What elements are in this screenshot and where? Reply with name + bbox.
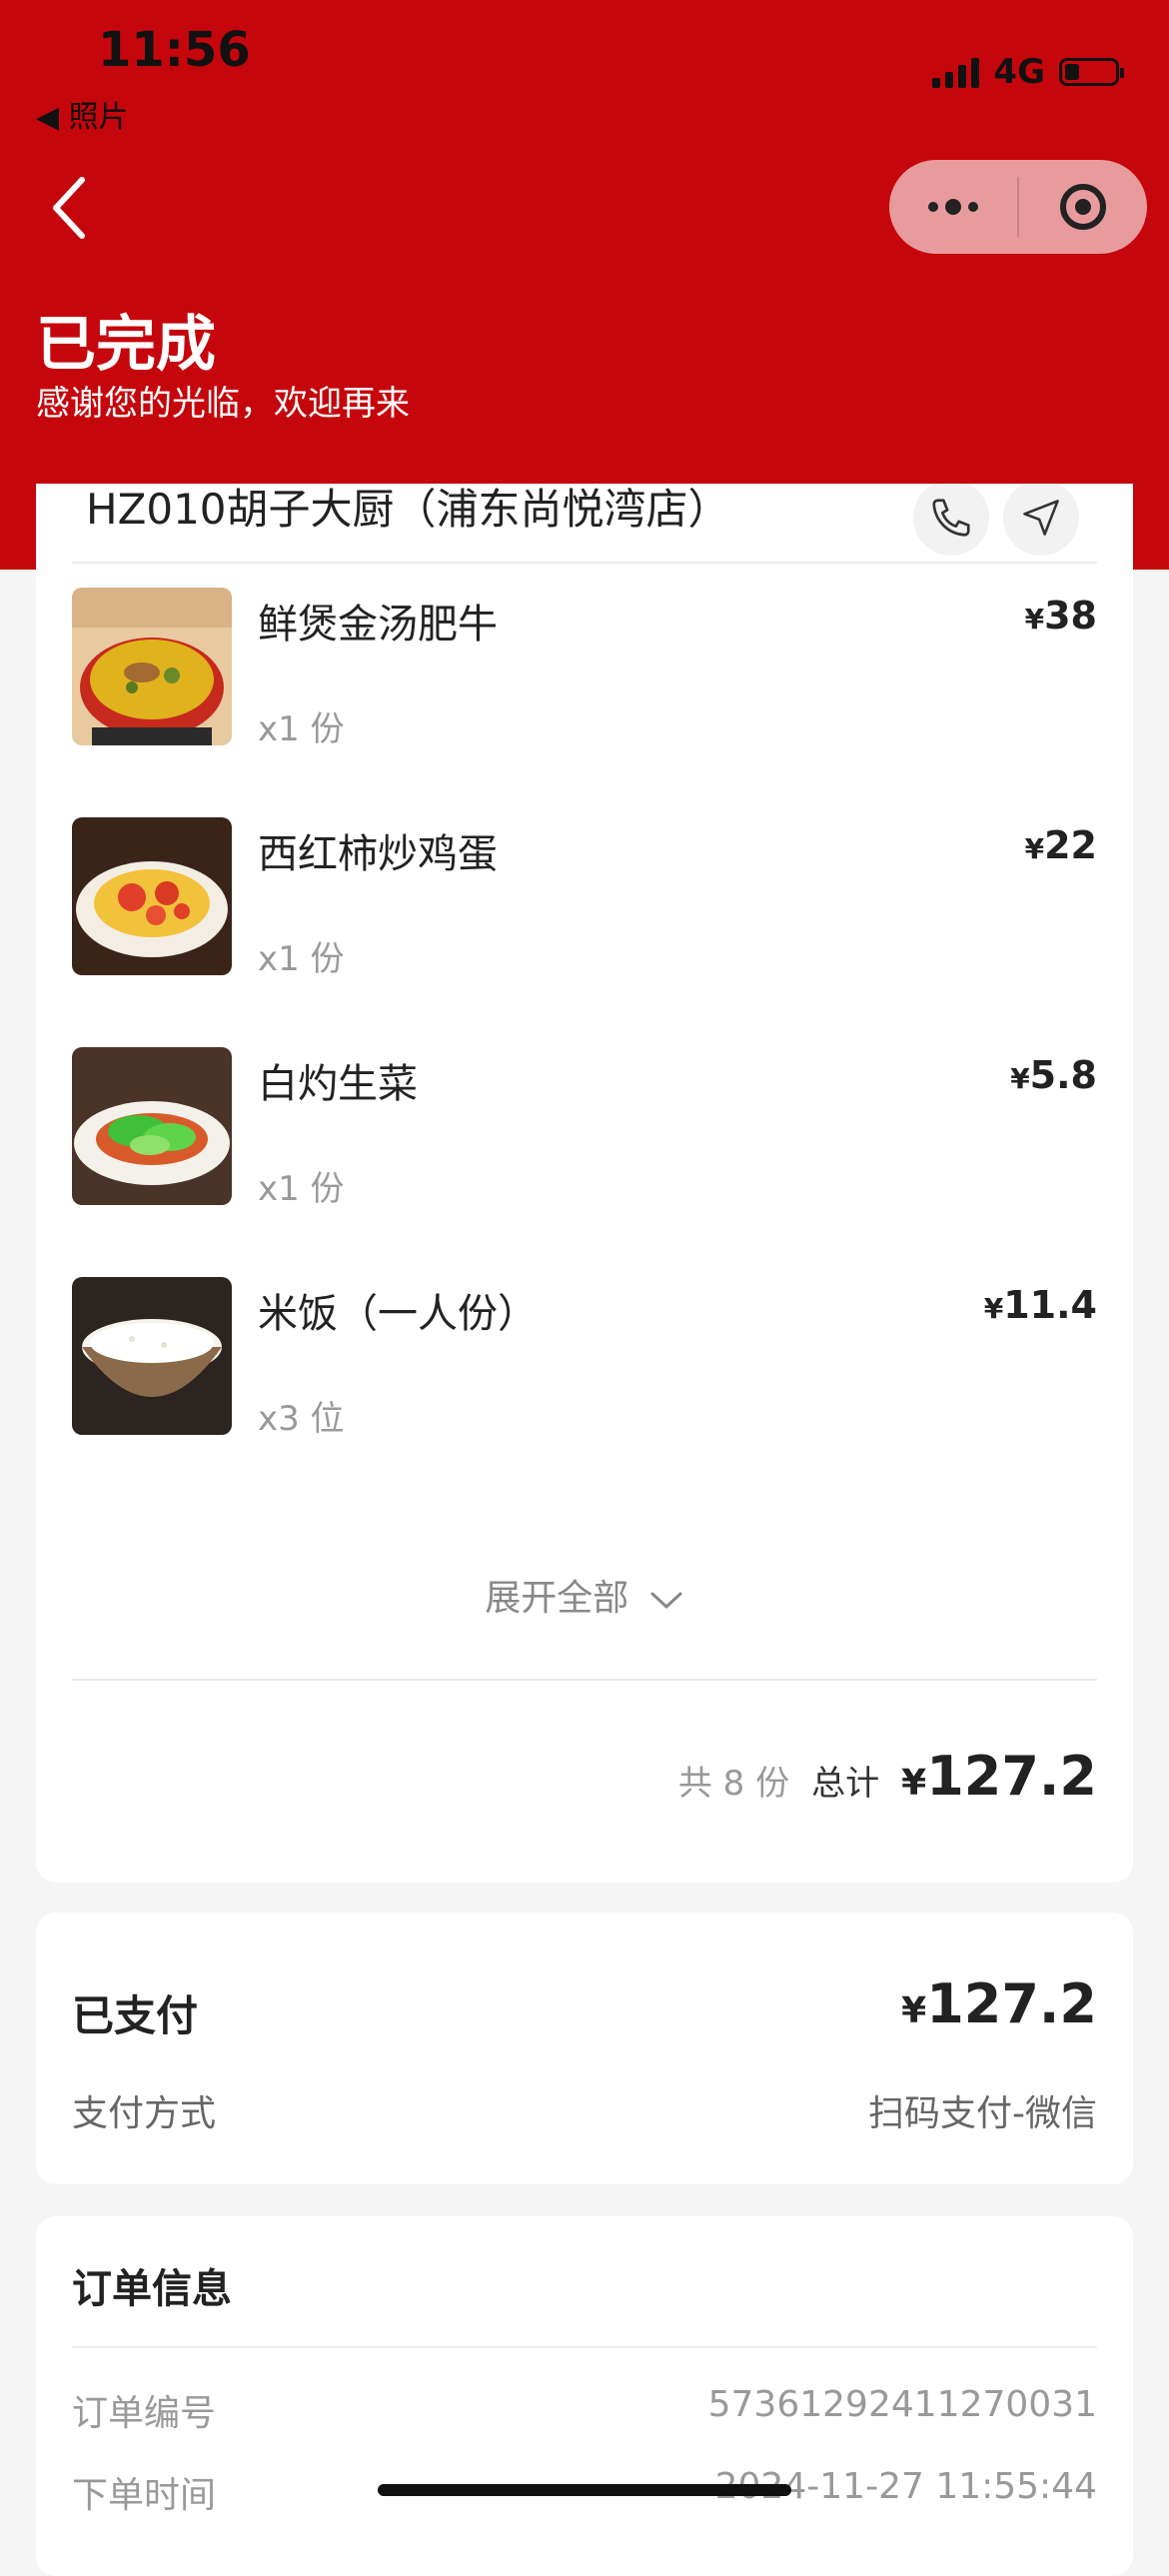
expand-all-label: 展开全部 xyxy=(485,1578,629,1619)
item-price: ¥22 xyxy=(1024,823,1097,867)
home-indicator[interactable] xyxy=(378,2484,791,2496)
status-indicators: 4G xyxy=(932,52,1124,92)
mini-program-capsule xyxy=(889,160,1147,254)
battery-level xyxy=(1065,64,1079,80)
total-count: 共 8 份 xyxy=(677,1764,790,1804)
back-button[interactable] xyxy=(44,172,104,242)
shop-divider xyxy=(72,562,1097,564)
call-button[interactable] xyxy=(913,484,989,556)
more-dots-icon xyxy=(928,199,978,215)
item-quantity: x1 份 xyxy=(258,1169,345,1209)
item-price: ¥11.4 xyxy=(983,1283,1097,1327)
tomato-egg-image xyxy=(72,817,232,975)
order-items-card: HZ010胡子大厨（浦东尚悦湾店） 鲜煲金汤肥牛 x1 份 ¥38 西红柿炒鸡蛋… xyxy=(36,484,1133,1883)
payment-card: 已支付 ¥127.2 支付方式 扫码支付-微信 xyxy=(36,1913,1133,2184)
totals-divider xyxy=(72,1679,1097,1681)
item-name: 鲜煲金汤肥牛 xyxy=(258,602,498,647)
item-name: 西红柿炒鸡蛋 xyxy=(258,831,498,877)
total-label: 总计 xyxy=(811,1764,880,1804)
order-item: 鲜煲金汤肥牛 x1 份 ¥38 xyxy=(72,588,1097,749)
payment-method-value: 扫码支付-微信 xyxy=(868,2093,1097,2134)
phone-icon xyxy=(932,499,970,537)
item-quantity: x1 份 xyxy=(258,709,345,749)
back-to-app-link[interactable]: ◀ 照片 xyxy=(36,92,129,136)
navigate-button[interactable] xyxy=(1003,484,1079,556)
chevron-left-icon xyxy=(53,177,85,239)
expand-all-button[interactable]: 展开全部 xyxy=(36,1569,1133,1621)
item-price: ¥38 xyxy=(1024,594,1097,638)
order-number-label: 订单编号 xyxy=(72,2393,217,2434)
network-type: 4G xyxy=(993,52,1045,92)
item-name: 米饭（一人份） xyxy=(258,1291,538,1337)
item-quantity: x3 位 xyxy=(258,1399,345,1439)
total-amount: ¥127.2 xyxy=(901,1745,1097,1808)
order-time-label: 下单时间 xyxy=(72,2475,217,2516)
golden-soup-beef-image xyxy=(72,588,232,745)
navigation-arrow-icon xyxy=(1023,500,1059,536)
target-close-icon xyxy=(1059,184,1106,230)
shop-name[interactable]: HZ010胡子大厨（浦东尚悦湾店） xyxy=(86,484,730,537)
battery-icon xyxy=(1059,58,1124,86)
rice-bowl-image xyxy=(72,1277,232,1435)
order-info-divider xyxy=(72,2346,1097,2348)
order-item: 米饭（一人份） x3 位 ¥11.4 xyxy=(72,1277,1097,1439)
order-status-title: 已完成 xyxy=(36,310,216,380)
payment-status: 已支付 xyxy=(72,1991,199,2040)
more-button[interactable] xyxy=(889,160,1017,254)
boiled-lettuce-image xyxy=(72,1047,232,1205)
payment-method-label: 支付方式 xyxy=(72,2093,217,2134)
signal-icon xyxy=(932,56,980,88)
order-number-value[interactable]: 57361292411270031 xyxy=(708,2384,1097,2425)
close-button[interactable] xyxy=(1019,160,1147,254)
order-info-title: 订单信息 xyxy=(72,2266,232,2312)
order-totals: 共 8 份 总计 ¥127.2 xyxy=(678,1745,1097,1808)
paid-amount: ¥127.2 xyxy=(901,1972,1097,2035)
status-time: 11:56 xyxy=(98,22,251,78)
item-name: 白灼生菜 xyxy=(258,1061,418,1107)
order-info-card: 订单信息 订单编号 57361292411270031 下单时间 2024-11… xyxy=(36,2216,1133,2576)
order-item: 白灼生菜 x1 份 ¥5.8 xyxy=(72,1047,1097,1209)
order-item: 西红柿炒鸡蛋 x1 份 ¥22 xyxy=(72,817,1097,979)
item-price: ¥5.8 xyxy=(1010,1053,1097,1097)
chevron-down-icon xyxy=(650,1592,682,1609)
item-quantity: x1 份 xyxy=(258,939,345,979)
order-status-subtitle: 感谢您的光临，欢迎再来 xyxy=(36,384,410,424)
